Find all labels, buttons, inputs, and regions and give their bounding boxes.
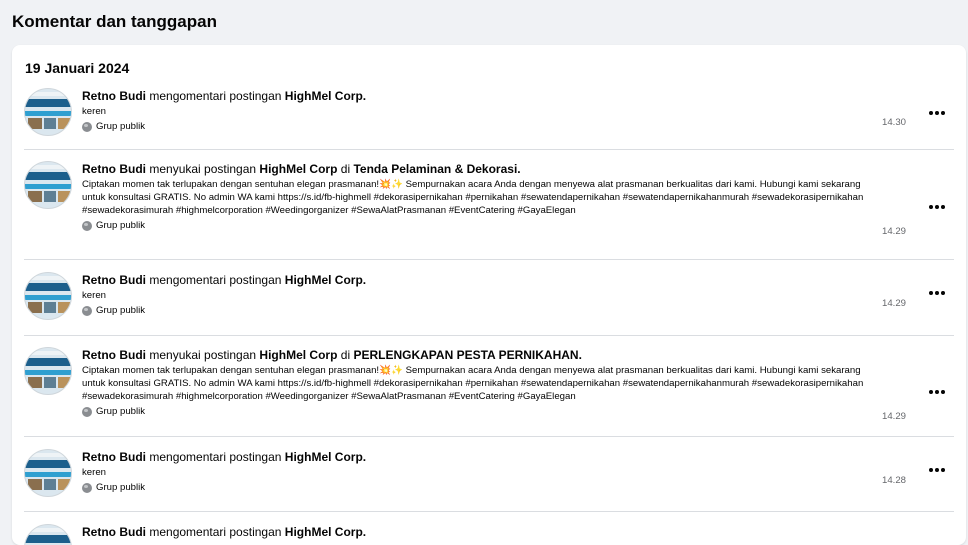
activity-time: 14.28 — [881, 475, 906, 486]
more-options-icon — [929, 390, 933, 394]
activity-body: Retno Budi mengomentari postingan HighMe… — [82, 88, 954, 132]
activity-snippet: Ciptakan momen tak terlupakan dengan sen… — [82, 179, 864, 216]
audience-label: Grup publik — [96, 121, 146, 132]
actor-name[interactable]: Retno Budi — [82, 348, 146, 362]
activity-item: Retno Budi menyukai postingan HighMel Co… — [24, 150, 954, 260]
activity-snippet: Ciptakan momen tak terlupakan dengan sen… — [82, 365, 864, 402]
target-name[interactable]: HighMel Corp. — [285, 273, 366, 287]
post-thumbnail[interactable] — [24, 272, 72, 320]
action-text: mengomentari postingan — [149, 525, 282, 539]
activity-time: 14.29 — [881, 298, 906, 309]
activity-snippet: keren — [82, 290, 106, 301]
activity-headline[interactable]: Retno Budi mengomentari postingan HighMe… — [82, 524, 954, 540]
target-name[interactable]: HighMel Corp. — [285, 525, 366, 539]
target-name[interactable]: HighMel Corp. — [285, 89, 366, 103]
activity-item: Retno Budi menyukai postingan HighMel Co… — [24, 336, 954, 437]
action-text: mengomentari postingan — [149, 273, 282, 287]
post-thumbnail[interactable] — [24, 449, 72, 497]
globe-icon — [82, 482, 92, 493]
activity-meta: Grup publik — [82, 121, 954, 132]
more-options-icon — [929, 291, 933, 295]
post-thumbnail[interactable] — [24, 161, 72, 209]
activity-card: 19 Januari 2024 Retno Budi mengomentari … — [12, 45, 966, 545]
activity-time: 14.30 — [881, 117, 906, 128]
globe-icon — [82, 305, 92, 316]
activity-meta: Grup publik — [82, 406, 954, 417]
more-options-icon — [929, 205, 933, 209]
activity-snippet: keren — [82, 467, 106, 478]
activity-meta: Grup publik — [82, 220, 954, 231]
more-options-button[interactable] — [926, 106, 948, 120]
activity-snippet: keren — [82, 106, 106, 117]
activity-meta: Grup publik — [82, 482, 954, 493]
action-text: mengomentari postingan — [149, 89, 282, 103]
post-thumbnail[interactable] — [24, 524, 72, 545]
globe-icon — [82, 220, 92, 231]
more-options-button[interactable] — [926, 385, 948, 399]
action-text: mengomentari postingan — [149, 450, 282, 464]
audience-label: Grup publik — [96, 406, 146, 417]
audience-label: Grup publik — [96, 305, 146, 316]
group-prefix: di — [340, 162, 351, 176]
actor-name[interactable]: Retno Budi — [82, 525, 146, 539]
activity-body: Retno Budi menyukai postingan HighMel Co… — [82, 161, 954, 231]
actor-name[interactable]: Retno Budi — [82, 450, 146, 464]
activity-meta: Grup publik — [82, 305, 954, 316]
activity-headline[interactable]: Retno Budi mengomentari postingan HighMe… — [82, 272, 954, 288]
activity-headline[interactable]: Retno Budi mengomentari postingan HighMe… — [82, 88, 954, 104]
actor-name[interactable]: Retno Budi — [82, 89, 146, 103]
target-name[interactable]: HighMel Corp. — [285, 450, 366, 464]
post-thumbnail[interactable] — [24, 347, 72, 395]
audience-label: Grup publik — [96, 220, 146, 231]
group-name[interactable]: PERLENGKAPAN PESTA PERNIKAHAN. — [353, 348, 581, 362]
action-text: menyukai postingan — [149, 348, 257, 362]
activity-body: Retno Budi mengomentari postingan HighMe… — [82, 449, 954, 493]
activity-headline[interactable]: Retno Budi menyukai postingan HighMel Co… — [82, 347, 954, 363]
activity-body: Retno Budi mengomentari postingan HighMe… — [82, 524, 954, 540]
more-options-icon — [929, 111, 933, 115]
audience-label: Grup publik — [96, 482, 146, 493]
action-text: menyukai postingan — [149, 162, 257, 176]
group-prefix: di — [340, 348, 351, 362]
activity-headline[interactable]: Retno Budi menyukai postingan HighMel Co… — [82, 161, 954, 177]
date-header: 19 Januari 2024 — [25, 60, 130, 76]
activity-time: 14.29 — [881, 226, 906, 237]
activity-body: Retno Budi mengomentari postingan HighMe… — [82, 272, 954, 316]
more-options-icon — [929, 468, 933, 472]
more-options-button[interactable] — [926, 286, 948, 300]
activity-item: Retno Budi mengomentari postingan HighMe… — [24, 260, 954, 336]
globe-icon — [82, 406, 92, 417]
group-name[interactable]: Tenda Pelaminan & Dekorasi. — [353, 162, 520, 176]
activity-item: Retno Budi mengomentari postingan HighMe… — [24, 84, 954, 150]
target-name[interactable]: HighMel Corp — [259, 162, 337, 176]
more-options-button[interactable] — [926, 463, 948, 477]
activity-headline[interactable]: Retno Budi mengomentari postingan HighMe… — [82, 449, 954, 465]
actor-name[interactable]: Retno Budi — [82, 273, 146, 287]
globe-icon — [82, 121, 92, 132]
page-title: Komentar dan tanggapan — [12, 12, 217, 31]
actor-name[interactable]: Retno Budi — [82, 162, 146, 176]
activity-body: Retno Budi menyukai postingan HighMel Co… — [82, 347, 954, 417]
post-thumbnail[interactable] — [24, 88, 72, 136]
activity-item: Retno Budi mengomentari postingan HighMe… — [24, 437, 954, 512]
activity-list: Retno Budi mengomentari postingan HighMe… — [12, 84, 966, 545]
more-options-button[interactable] — [926, 200, 948, 214]
target-name[interactable]: HighMel Corp — [259, 348, 337, 362]
activity-time: 14.29 — [881, 411, 906, 422]
